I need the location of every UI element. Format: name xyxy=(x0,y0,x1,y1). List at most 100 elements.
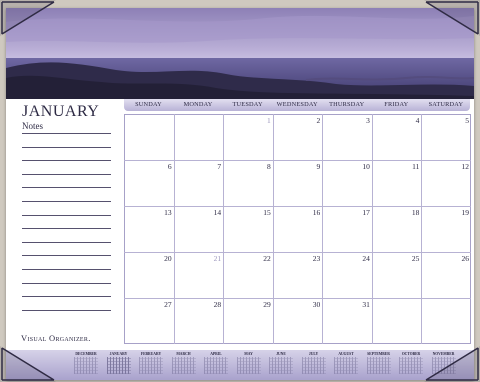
corner-protector-top-left xyxy=(0,0,56,36)
mini-calendar-days xyxy=(236,357,261,374)
notes-label: Notes xyxy=(22,121,43,131)
grid-column-line xyxy=(272,114,274,344)
note-line[interactable] xyxy=(22,173,111,175)
mini-calendar-days xyxy=(301,357,326,374)
mini-calendar-days xyxy=(74,357,98,374)
date-cell-23[interactable]: 23 xyxy=(300,254,321,263)
mini-calendar-month-label: JUNE xyxy=(276,352,286,356)
grid-column-line xyxy=(223,114,225,344)
weekday-saturday: SATURDAY xyxy=(428,101,464,108)
date-cell-27[interactable]: 27 xyxy=(152,300,172,309)
date-cell-21[interactable]: 21 xyxy=(201,254,222,263)
date-cell-13[interactable]: 13 xyxy=(152,208,172,217)
mini-calendar-month-label: MARCH xyxy=(176,352,191,356)
calendar-grid xyxy=(124,114,471,344)
note-line[interactable] xyxy=(22,214,111,216)
mini-calendar-days xyxy=(139,357,163,374)
date-cell-3[interactable]: 3 xyxy=(350,116,370,125)
note-line[interactable] xyxy=(22,282,111,284)
note-line[interactable] xyxy=(22,187,111,189)
grid-row-line xyxy=(124,160,471,161)
note-line[interactable] xyxy=(22,255,111,257)
date-cell-30[interactable]: 30 xyxy=(300,300,321,309)
date-cell-18[interactable]: 18 xyxy=(399,208,420,217)
date-cell-15[interactable]: 15 xyxy=(251,208,271,217)
grid-row-line xyxy=(124,206,471,207)
grid-column-line xyxy=(173,114,175,344)
date-cell-7[interactable]: 7 xyxy=(201,162,221,171)
corner-protector-bottom-left xyxy=(0,346,56,382)
weekday-wednesday: WEDNESDAY xyxy=(276,101,318,108)
date-cell-11[interactable]: 11 xyxy=(399,162,419,171)
note-line[interactable] xyxy=(22,133,111,134)
mini-calendar-june: JUNE xyxy=(267,352,295,376)
mini-calendar-days xyxy=(269,357,293,374)
mini-calendar-month-label: MAY xyxy=(244,352,253,356)
note-line[interactable] xyxy=(22,201,111,202)
mini-calendar-days xyxy=(171,357,196,374)
note-line[interactable] xyxy=(22,160,111,162)
notes-panel xyxy=(12,99,115,349)
mini-calendar-month-label: JULY xyxy=(308,352,319,356)
date-cell-1[interactable]: 1 xyxy=(251,116,271,125)
date-cell-5[interactable]: 5 xyxy=(449,116,469,125)
grid-row-line xyxy=(124,252,471,253)
date-cell-20[interactable]: 20 xyxy=(152,254,172,263)
mini-calendar-month-label: APRIL xyxy=(210,352,222,356)
date-cell-24[interactable]: 24 xyxy=(350,254,370,263)
date-cell-17[interactable]: 17 xyxy=(350,208,370,217)
date-cell-22[interactable]: 22 xyxy=(251,254,271,263)
mini-calendar-february: FEBRUARY xyxy=(137,352,165,376)
note-line[interactable] xyxy=(22,269,111,270)
date-cell-25[interactable]: 25 xyxy=(399,254,420,263)
note-line[interactable] xyxy=(22,228,111,230)
coastal-landscape-image xyxy=(6,8,474,99)
weekday-thursday: THURSDAY xyxy=(329,101,365,108)
note-line[interactable] xyxy=(22,309,111,311)
corner-protector-top-right xyxy=(424,0,480,36)
note-line[interactable] xyxy=(22,296,111,298)
mini-calendar-month-label: DECEMBER xyxy=(75,352,97,356)
date-cell-6[interactable]: 6 xyxy=(152,162,172,171)
mini-calendar-days xyxy=(106,357,131,374)
note-line[interactable] xyxy=(22,241,111,243)
grid-column-line xyxy=(421,114,423,344)
mini-calendar-days xyxy=(334,357,358,374)
grid-column-line xyxy=(371,114,373,344)
mini-calendar-march: MARCH xyxy=(170,352,198,376)
date-cell-16[interactable]: 16 xyxy=(300,208,321,217)
mini-calendar-month-label: SEPTEMBER xyxy=(367,352,390,356)
desk-pad: JANUARY Notes Visual Organizer. SUNDAY MO… xyxy=(0,0,480,382)
header-photo xyxy=(6,8,474,99)
weekday-tuesday: TUESDAY xyxy=(232,101,263,108)
date-cell-2[interactable]: 2 xyxy=(300,116,321,125)
weekday-friday: FRIDAY xyxy=(384,101,409,108)
date-cell-4[interactable]: 4 xyxy=(399,116,420,125)
mini-calendar-august: AUGUST xyxy=(332,352,360,376)
date-cell-10[interactable]: 10 xyxy=(350,162,370,171)
date-cell-12[interactable]: 12 xyxy=(449,162,469,171)
mini-calendar-september: SEPTEMBER xyxy=(365,352,393,376)
date-cell-9[interactable]: 9 xyxy=(300,162,321,171)
mini-calendar-month-label: JANUARY xyxy=(109,352,128,356)
date-cell-31[interactable]: 31 xyxy=(350,300,370,309)
weekday-monday: MONDAY xyxy=(183,101,213,108)
mini-calendar-july: JULY xyxy=(300,352,328,376)
mini-calendar-month-label: AUGUST xyxy=(338,352,354,356)
date-cell-29[interactable]: 29 xyxy=(251,300,271,309)
grid-row-line xyxy=(124,298,471,299)
mini-calendar-april: APRIL xyxy=(202,352,230,376)
corner-protector-bottom-right xyxy=(424,346,480,382)
mini-calendar-days xyxy=(204,357,228,374)
month-title: JANUARY xyxy=(22,103,100,120)
date-cell-26[interactable]: 26 xyxy=(449,254,469,263)
note-line[interactable] xyxy=(22,146,111,148)
mini-calendar-month-label: FEBRUARY xyxy=(140,352,162,356)
date-cell-14[interactable]: 14 xyxy=(201,208,222,217)
date-cell-28[interactable]: 28 xyxy=(201,300,222,309)
mini-calendar-january: JANUARY xyxy=(105,352,133,376)
mini-calendar-days xyxy=(366,357,391,374)
mini-calendar-december: DECEMBER xyxy=(72,352,100,376)
date-cell-19[interactable]: 19 xyxy=(449,208,469,217)
date-cell-8[interactable]: 8 xyxy=(251,162,271,171)
